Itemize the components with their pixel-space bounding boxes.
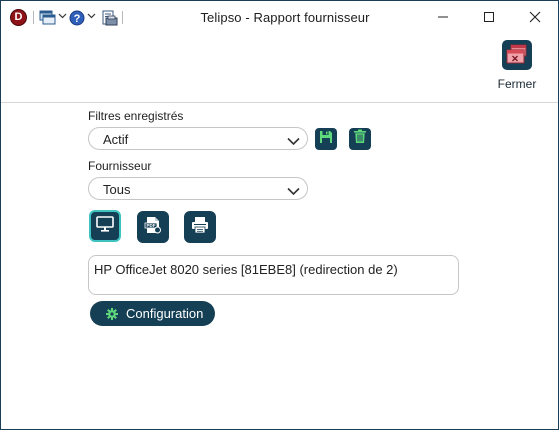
- close-icon[interactable]: [520, 6, 550, 28]
- trash-icon: [353, 129, 367, 149]
- output-pdf-button[interactable]: PDF: [137, 211, 169, 243]
- maximize-icon[interactable]: [474, 6, 504, 28]
- screen-icon: [96, 215, 114, 237]
- chevron-down-icon: [287, 134, 300, 149]
- supplier-value: Tous: [103, 182, 131, 197]
- svg-text:PDF: PDF: [147, 223, 156, 228]
- supplier-label: Fournisseur: [88, 159, 152, 173]
- close-button[interactable]: Fermer: [491, 38, 543, 92]
- printer-icon: [191, 216, 209, 239]
- saved-filters-label: Filtres enregistrés: [88, 109, 184, 123]
- saved-filters-select[interactable]: Actif: [88, 127, 308, 150]
- report-window: D ? Telipso - Rapport fournisseur Fermer…: [0, 0, 559, 430]
- save-filter-button[interactable]: [315, 128, 337, 150]
- output-screen-button[interactable]: [89, 210, 121, 242]
- supplier-select[interactable]: Tous: [88, 177, 308, 200]
- delete-filter-button[interactable]: [349, 128, 371, 150]
- configuration-button[interactable]: Configuration: [90, 301, 215, 326]
- printer-field[interactable]: HP OfficeJet 8020 series [81EBE8] (redir…: [88, 255, 459, 295]
- printer-value: HP OfficeJet 8020 series [81EBE8] (redir…: [94, 262, 398, 277]
- pdf-icon: PDF: [144, 216, 162, 239]
- gear-icon: [106, 307, 118, 325]
- ribbon: Fermer: [1, 34, 558, 102]
- floppy-disk-icon: [319, 130, 333, 149]
- ribbon-divider: [1, 102, 558, 103]
- saved-filters-value: Actif: [103, 132, 129, 147]
- title-bar: D ? Telipso - Rapport fournisseur: [1, 1, 558, 34]
- output-printer-button[interactable]: [184, 211, 216, 243]
- window-close-icon: [502, 40, 532, 75]
- configuration-label: Configuration: [126, 306, 204, 321]
- minimize-icon[interactable]: [428, 6, 458, 28]
- chevron-down-icon: [287, 184, 300, 199]
- close-button-label: Fermer: [497, 77, 537, 91]
